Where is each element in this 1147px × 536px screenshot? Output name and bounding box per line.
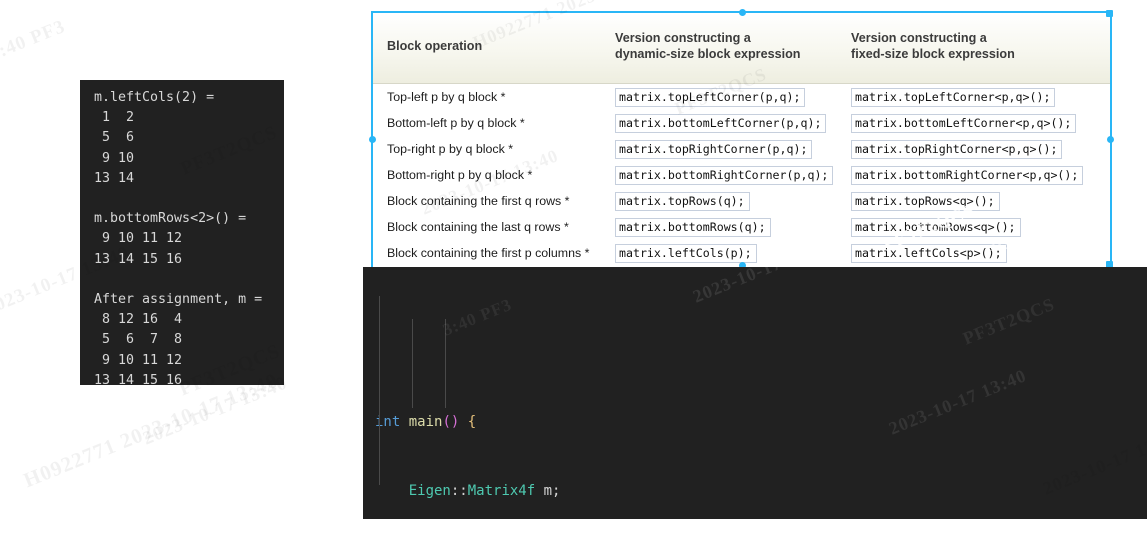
block-operations-table: Block operation Version constructing a d… xyxy=(373,13,1110,292)
code-editor-content: int main() { Eigen::Matrix4f m; m << 1, … xyxy=(363,267,1147,519)
code-line: Eigen::Matrix4f m; xyxy=(408,483,561,499)
column-header-dynamic: Version constructing a dynamic-size bloc… xyxy=(601,13,837,84)
code-snippet-dynamic: matrix.bottomRightCorner(p,q); xyxy=(615,165,834,185)
cell-block-operation: Block containing the first q rows * xyxy=(387,194,570,208)
selection-handle-top[interactable] xyxy=(738,9,746,16)
cell-fixed-expression: matrix.topLeftCorner<p,q>(); xyxy=(837,84,1110,111)
code-snippet-fixed: matrix.bottomLeftCorner<p,q>(); xyxy=(851,113,1077,133)
table-body: Top-left p by q block * matrix.topLeftCor… xyxy=(373,84,1110,293)
column-header-fixed-line2: fixed-size block expression xyxy=(851,47,1015,61)
screenshot-selection-frame[interactable]: Block operation Version constructing a d… xyxy=(369,9,1114,292)
code-snippet-fixed: matrix.topRows<q>(); xyxy=(851,191,1000,211)
cell-fixed-expression: matrix.bottomRightCorner<p,q>(); xyxy=(837,162,1110,188)
code-snippet-dynamic: matrix.bottomRows(q); xyxy=(615,217,771,237)
column-header-operation: Block operation xyxy=(373,13,601,84)
selection-handle-left[interactable] xyxy=(369,136,376,143)
cell-block-operation: Bottom-left p by q block * xyxy=(387,116,525,130)
cell-fixed-expression: matrix.topRows<q>(); xyxy=(837,188,1110,214)
column-header-dynamic-line2: dynamic-size block expression xyxy=(615,47,801,61)
cell-fixed-expression: matrix.bottomLeftCorner<p,q>(); xyxy=(837,110,1110,136)
code-line: int main() { xyxy=(375,414,477,430)
column-header-dynamic-line1: Version constructing a xyxy=(615,30,751,45)
cell-block-operation: Block containing the last q rows * xyxy=(387,220,569,234)
cell-dynamic-expression: matrix.bottomLeftCorner(p,q); xyxy=(601,110,837,136)
code-snippet-dynamic: matrix.bottomLeftCorner(p,q); xyxy=(615,113,827,133)
cell-block-operation: Block containing the first p columns * xyxy=(387,246,590,260)
code-snippet-fixed: matrix.leftCols<p>(); xyxy=(851,243,1007,263)
table-row: Bottom-right p by q block * matrix.bottom… xyxy=(373,162,1110,188)
cell-dynamic-expression: matrix.leftCols(p); xyxy=(601,240,837,266)
selection-handle-top-right[interactable] xyxy=(1106,10,1113,17)
cell-fixed-expression: matrix.leftCols<p>(); xyxy=(837,240,1110,266)
cell-dynamic-expression: matrix.topRightCorner(p,q); xyxy=(601,136,837,162)
code-snippet-dynamic: matrix.leftCols(p); xyxy=(615,243,757,263)
column-header-operation-label: Block operation xyxy=(387,38,483,53)
console-output-text: m.leftCols(2) = 1 2 5 6 9 10 13 14 m.bot… xyxy=(94,90,263,388)
column-header-fixed: Version constructing a fixed-size block … xyxy=(837,13,1110,84)
selection-handle-right[interactable] xyxy=(1107,136,1114,143)
code-snippet-dynamic: matrix.topLeftCorner(p,q); xyxy=(615,87,806,107)
console-output-panel: m.leftCols(2) = 1 2 5 6 9 10 13 14 m.bot… xyxy=(80,80,284,388)
cell-block-operation: Top-left p by q block * xyxy=(387,90,506,104)
indent-guide xyxy=(379,296,380,485)
column-header-fixed-line1: Version constructing a xyxy=(851,30,987,45)
indent-guide xyxy=(412,319,413,408)
cell-fixed-expression: matrix.topRightCorner<p,q>(); xyxy=(837,136,1110,162)
code-snippet-fixed: matrix.bottomRightCorner<p,q>(); xyxy=(851,165,1084,185)
cell-dynamic-expression: matrix.bottomRightCorner(p,q); xyxy=(601,162,837,188)
code-snippet-dynamic: matrix.topRightCorner(p,q); xyxy=(615,139,813,159)
cell-fixed-expression: matrix.bottomRows<q>(); xyxy=(837,214,1110,240)
watermark-text: 3:40 PF3 xyxy=(0,15,69,66)
table-row: Block containing the last q rows * matrix… xyxy=(373,214,1110,240)
code-snippet-fixed: matrix.topLeftCorner<p,q>(); xyxy=(851,87,1056,107)
cell-dynamic-expression: matrix.topLeftCorner(p,q); xyxy=(601,84,837,111)
table-header-row: Block operation Version constructing a d… xyxy=(373,13,1110,84)
code-snippet-fixed: matrix.bottomRows<q>(); xyxy=(851,217,1021,237)
cell-dynamic-expression: matrix.topRows(q); xyxy=(601,188,837,214)
indent-guide xyxy=(445,319,446,408)
table-row: Block containing the first q rows * matri… xyxy=(373,188,1110,214)
cell-dynamic-expression: matrix.bottomRows(q); xyxy=(601,214,837,240)
code-snippet-dynamic: matrix.topRows(q); xyxy=(615,191,750,211)
table-row: Bottom-left p by q block * matrix.bottomL… xyxy=(373,110,1110,136)
cell-block-operation: Top-right p by q block * xyxy=(387,142,514,156)
table-row: Top-left p by q block * matrix.topLeftCor… xyxy=(373,84,1110,111)
code-editor-panel[interactable]: int main() { Eigen::Matrix4f m; m << 1, … xyxy=(363,267,1147,519)
table-row: Top-right p by q block * matrix.topRightC… xyxy=(373,136,1110,162)
cell-block-operation: Bottom-right p by q block * xyxy=(387,168,533,182)
code-snippet-fixed: matrix.topRightCorner<p,q>(); xyxy=(851,139,1063,159)
